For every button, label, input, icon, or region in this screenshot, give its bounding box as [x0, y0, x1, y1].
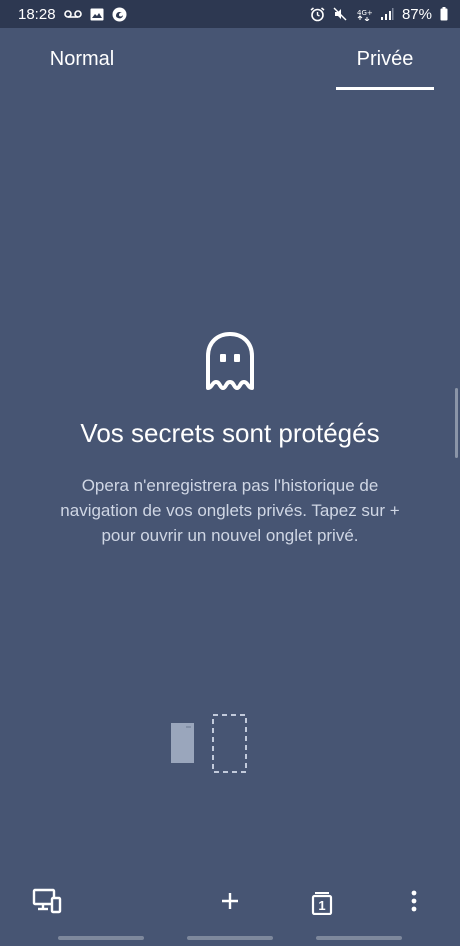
empty-state-description: Opera n'enregistrera pas l'historique de… — [60, 476, 400, 545]
status-right: 4G+ 87% — [310, 6, 448, 23]
nav-back-hint[interactable] — [316, 936, 402, 940]
add-tab-icon — [220, 891, 240, 916]
scrollbar[interactable] — [455, 388, 458, 458]
network-4g-icon: 4G+ — [356, 7, 372, 21]
voicemail-icon — [63, 9, 82, 19]
tab-count-button[interactable]: 1 — [297, 878, 347, 928]
battery-percent: 87% — [401, 5, 432, 23]
nav-home-hint[interactable] — [187, 936, 273, 940]
devices-icon — [32, 888, 62, 919]
network-label: 4G+ — [357, 9, 372, 17]
tab-count-icon: 1 — [311, 891, 333, 915]
status-left: 18:28 — [18, 6, 127, 23]
more-menu-icon — [411, 890, 417, 917]
system-nav-bar — [0, 928, 460, 946]
status-bar: 18:28 4G+ 87% — [0, 0, 460, 28]
mute-icon — [333, 7, 348, 21]
new-tab-placeholder — [212, 714, 247, 773]
selected-tab-indicator — [336, 87, 434, 90]
private-empty-state: Vos secrets sont protégés Opera n'enregi… — [0, 330, 460, 548]
empty-state-headline: Vos secrets sont protégés — [80, 418, 380, 448]
tab-illustration — [170, 713, 252, 775]
bottom-toolbar: 1 — [0, 878, 460, 928]
more-menu-button[interactable] — [389, 878, 439, 928]
devices-button[interactable] — [22, 878, 72, 928]
signal-icon — [380, 7, 394, 21]
status-time: 18:28 — [18, 5, 56, 23]
ghost-icon — [200, 330, 260, 394]
add-tab-button[interactable] — [205, 878, 255, 928]
nav-recents-hint[interactable] — [58, 936, 144, 940]
alarm-icon — [310, 6, 325, 22]
battery-icon — [440, 7, 448, 21]
firefox-icon — [112, 7, 127, 22]
tab-count-label: 1 — [318, 898, 326, 913]
open-tab-card — [171, 723, 194, 763]
tab-private[interactable]: Privée — [336, 28, 434, 90]
image-icon — [90, 8, 104, 21]
tab-normal[interactable]: Normal — [24, 28, 140, 90]
tab-switcher: Normal Privée — [0, 28, 460, 90]
